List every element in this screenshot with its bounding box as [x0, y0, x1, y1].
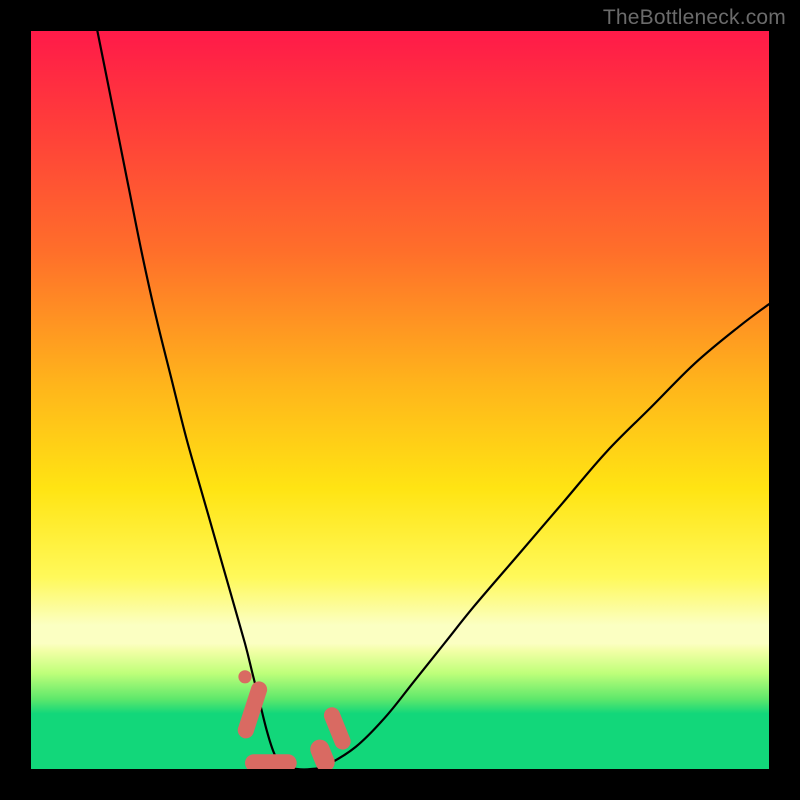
marker-capsule: [307, 737, 337, 769]
chart-frame: TheBottleneck.com: [0, 0, 800, 800]
watermark-text: TheBottleneck.com: [603, 6, 786, 30]
marker-layer: [236, 670, 354, 769]
plot-area: [31, 31, 769, 769]
marker-capsule: [245, 754, 297, 769]
bottleneck-curve: [97, 31, 769, 769]
marker-dot: [238, 670, 251, 683]
curve-layer: [31, 31, 769, 769]
marker-capsule: [236, 679, 270, 740]
